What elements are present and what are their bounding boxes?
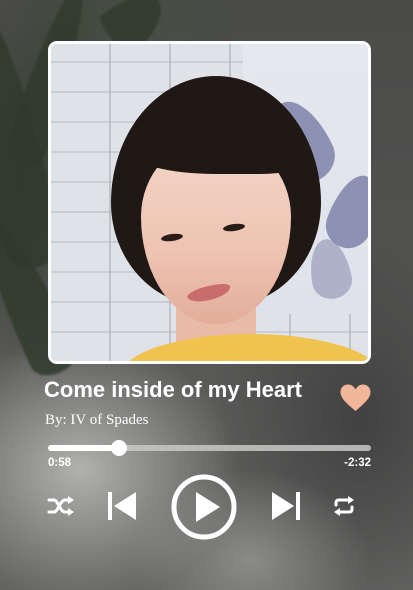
play-icon	[171, 474, 237, 540]
progress-handle[interactable]	[111, 440, 128, 456]
shuffle-icon	[47, 496, 74, 516]
previous-button[interactable]	[106, 490, 138, 522]
shuffle-button[interactable]	[47, 495, 75, 517]
skip-next-icon	[272, 492, 300, 520]
play-button[interactable]	[171, 474, 237, 540]
song-title: Come inside of my Heart	[44, 377, 302, 402]
like-button[interactable]	[340, 384, 371, 412]
remaining-time: -2:32	[344, 457, 371, 469]
elapsed-time: 0:58	[48, 457, 72, 469]
progress-bar[interactable]	[48, 440, 371, 456]
album-art-bangs	[129, 104, 304, 174]
skip-previous-icon	[108, 492, 136, 520]
repeat-icon	[334, 496, 354, 516]
next-button[interactable]	[270, 490, 302, 522]
progress-fill	[48, 445, 120, 451]
album-art	[48, 41, 371, 364]
repeat-button[interactable]	[332, 495, 356, 517]
artist-name: By: IV of Spades	[45, 412, 149, 428]
heart-icon	[340, 384, 371, 411]
